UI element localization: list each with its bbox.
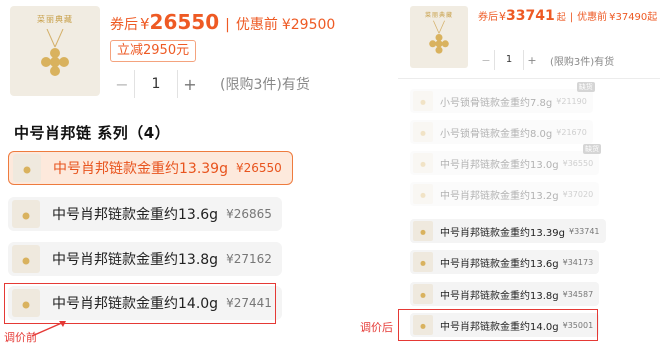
sku-thumbnail [413,153,433,173]
sku-name: 小号锁骨链款金重约8.0g [440,128,553,140]
sku-option[interactable]: 小号锁骨链款金重约7.8g ¥21190 缺货 [410,82,595,113]
sku-price: ¥21190 [556,96,587,106]
pendant-icon [420,229,426,235]
plus-button[interactable]: + [178,70,202,98]
original-price-label: 优惠前 [577,12,608,23]
sku-option[interactable]: 中号肖邦链款金重约13.8g ¥34587 [410,282,600,306]
sku-thumbnail [413,184,433,204]
sku-name: 中号肖邦链款金重约13.8g [52,252,219,268]
quantity-input[interactable]: 1 [494,50,524,70]
sku-option[interactable]: 中号肖邦链款金重约13.39g ¥33741 [410,219,606,243]
pendant-icon [22,257,30,265]
sku-thumbnail [413,122,433,142]
pendant-icon [420,99,426,105]
sku-name: 中号肖邦链款金重约13.6g [440,258,559,270]
quantity-stepper: − 1 + (限购3件)有货 [110,70,310,98]
coupon-price: 26550 [149,10,220,34]
divider [398,78,660,79]
sku-thumbnail [12,200,40,228]
left-panel-before: 菜丽典藏 券后 ¥ 26550 | 优惠前 ¥29500 立减2950元 − 1… [0,0,398,351]
pendant-icon [420,192,426,198]
sku-option[interactable]: 中号肖邦链款金重约13.39g ¥26550 [8,151,293,185]
sku-price: ¥36550 [562,158,594,168]
sku-option[interactable]: 中号肖邦链款金重约13.8g ¥27162 [8,242,282,276]
sku-price: ¥27162 [226,252,272,266]
start-suffix: 起 [556,13,566,23]
product-image[interactable]: 菜丽典藏 [410,6,468,68]
sku-price: ¥34173 [562,257,594,267]
coupon-label: 券后 [110,17,138,33]
pendant-icon [420,260,426,266]
sku-option[interactable]: 中号肖邦链款金重约13.0g ¥36550 缺货 [410,144,602,175]
price-line: 券后 ¥ 33741 起 | 优惠前 ¥37490起 [478,8,657,24]
quantity-input[interactable]: 1 [134,70,178,98]
sku-option[interactable]: 中号肖邦链款金重约13.6g ¥34173 [410,250,600,274]
sku-thumbnail [413,221,433,241]
minus-button[interactable]: − [110,70,134,98]
right-panel-after: 菜丽典藏 券后 ¥ 33741 起 | 优惠前 ¥37490起 − 1 + (限… [398,0,660,351]
sku-option[interactable]: 中号肖邦链款金重约13.2g ¥37020 [410,182,600,206]
pendant-icon [420,161,426,167]
series-title: 中号肖邦链 系列（4） [14,124,171,142]
product-brand: 菜丽典藏 [424,12,453,19]
pendant-icon [429,20,449,54]
currency-symbol: ¥ [140,15,150,33]
sku-option[interactable]: 中号肖邦链款金重约13.6g ¥26865 [8,197,282,231]
price-line: 券后 ¥ 26550 | 优惠前 ¥29500 [110,10,335,34]
quantity-stepper: − 1 + (限购3件)有货 [478,50,614,70]
product-image[interactable]: 菜丽典藏 [10,6,100,96]
stock-status: (限购3件)有货 [220,77,310,93]
out-of-stock-badge: 缺货 [583,144,602,154]
sku-thumbnail [13,154,41,182]
discount-tag: 立减2950元 [110,40,197,62]
pendant-icon [420,130,426,136]
original-price: ¥37490起 [609,12,658,23]
annotation-before: 调价前 [4,331,37,344]
sku-price: ¥26865 [226,207,272,221]
sku-name: 中号肖邦链款金重约13.8g [440,290,559,302]
highlight-box [398,309,598,341]
sku-name: 中号肖邦链款金重约13.39g [440,227,565,239]
annotation-after: 调价后 [360,321,393,334]
coupon-label: 券后 [478,12,498,23]
original-price: ¥29500 [281,17,336,33]
product-brand: 菜丽典藏 [37,15,73,24]
sku-price: ¥21670 [556,127,587,137]
sku-name: 中号肖邦链款金重约13.0g [440,159,559,171]
stock-status: (限购3件)有货 [550,56,615,68]
sku-thumbnail [12,245,40,273]
pendant-icon [420,292,426,298]
pendant-icon [22,212,30,220]
sku-name: 小号锁骨链款金重约7.8g [440,97,553,109]
pendant-icon [23,166,31,174]
sku-thumbnail [413,252,433,272]
sku-name: 中号肖邦链款金重约13.39g [53,161,228,177]
sku-thumbnail [413,91,433,111]
sku-name: 中号肖邦链款金重约13.2g [440,190,559,202]
sku-price: ¥37020 [562,189,594,199]
separator: | [225,17,230,33]
sku-price: ¥33741 [568,226,600,236]
sku-name: 中号肖邦链款金重约13.6g [52,207,219,223]
original-price-label: 优惠前 [235,17,278,33]
sku-price: ¥26550 [235,161,282,175]
coupon-price: 33741 [506,8,555,24]
separator: | [569,12,574,23]
sku-option[interactable]: 小号锁骨链款金重约8.0g ¥21670 [410,120,593,144]
currency-symbol: ¥ [499,10,506,23]
out-of-stock-badge: 缺货 [576,82,595,92]
minus-button[interactable]: − [478,50,494,70]
sku-thumbnail [413,284,433,304]
sku-price: ¥34587 [562,289,594,299]
plus-button[interactable]: + [524,50,540,70]
pendant-icon [41,29,69,76]
